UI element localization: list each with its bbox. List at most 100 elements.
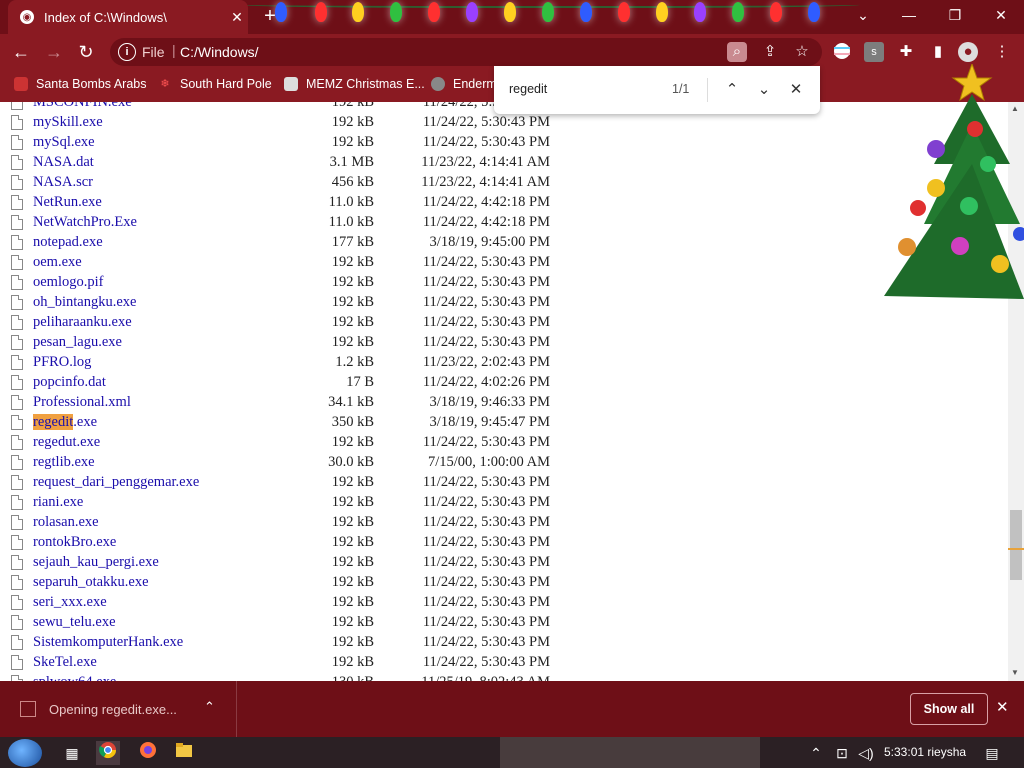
file-link[interactable]: request_dari_penggemar.exe xyxy=(33,474,199,491)
file-link[interactable]: mySkill.exe xyxy=(33,114,103,131)
file-link[interactable]: popcinfo.dat xyxy=(33,374,106,391)
bookmark-memz[interactable]: MEMZ Christmas E... xyxy=(284,77,425,91)
file-size: 11.0 kB xyxy=(328,214,374,230)
file-icon xyxy=(11,395,23,410)
file-link[interactable]: MSCONFIN.exe xyxy=(33,102,132,111)
file-link[interactable]: riani.exe xyxy=(33,494,83,511)
file-link[interactable]: rolasan.exe xyxy=(33,514,99,531)
table-row: peliharaanku.exe 192 kB 11/24/22, 5:30:43 … xyxy=(0,313,600,333)
file-icon xyxy=(11,615,23,630)
file-link[interactable]: PFRO.log xyxy=(33,354,91,371)
file-icon xyxy=(11,475,23,490)
restore-button[interactable]: ❐ xyxy=(932,0,978,30)
file-link[interactable]: notepad.exe xyxy=(33,234,103,251)
info-icon[interactable]: i xyxy=(118,43,136,61)
file-link[interactable]: NASA.scr xyxy=(33,174,93,191)
close-tab-icon[interactable]: ✕ xyxy=(226,9,248,26)
file-link[interactable]: peliharaanku.exe xyxy=(33,314,132,331)
firefox-taskbar-icon[interactable] xyxy=(136,741,160,765)
tab-title: Index of C:\Windows\ xyxy=(44,9,167,25)
bookmark-santa-bombs[interactable]: Santa Bombs Arabs xyxy=(14,77,146,91)
file-link[interactable]: regedit.exe xyxy=(33,414,97,431)
volume-icon[interactable]: ◁) xyxy=(854,741,878,765)
find-prev-chevron-up-icon[interactable]: ⌃ xyxy=(720,78,744,102)
extension-s-icon[interactable]: s xyxy=(864,42,884,62)
file-link[interactable]: NASA.dat xyxy=(33,154,94,171)
file-date: 3/18/19, 9:45:00 PM xyxy=(429,234,550,250)
menu-kebab-icon[interactable]: ⋮ xyxy=(992,42,1012,62)
notifications-icon[interactable]: ▤ xyxy=(980,741,1004,765)
bulb-decoration xyxy=(694,2,706,22)
file-explorer-taskbar-icon[interactable] xyxy=(172,741,196,765)
start-button[interactable] xyxy=(8,739,42,767)
tab-index-windows[interactable]: ◉ Index of C:\Windows\ ✕ xyxy=(8,0,248,34)
file-link[interactable]: seri_xxx.exe xyxy=(33,594,107,611)
file-icon xyxy=(11,195,23,210)
file-date: 11/24/22, 5:30:43 PM xyxy=(422,554,550,570)
file-icon xyxy=(20,701,36,717)
bulb-decoration xyxy=(732,2,744,22)
network-icon[interactable]: ⊡ xyxy=(830,741,854,765)
side-panel-icon[interactable]: ▮ xyxy=(928,42,948,62)
extensions-puzzle-icon[interactable]: ✚ xyxy=(896,42,916,62)
reload-button[interactable]: ↻ xyxy=(74,40,98,64)
file-link[interactable]: NetWatchPro.Exe xyxy=(33,214,137,231)
forward-button[interactable]: → xyxy=(42,40,66,64)
file-size: 192 kB xyxy=(331,494,374,510)
close-window-button[interactable]: ✕ xyxy=(978,0,1024,30)
file-link[interactable]: Professional.xml xyxy=(33,394,131,411)
download-item[interactable]: Opening regedit.exe... ⌃ xyxy=(0,681,237,737)
bookmark-star-icon[interactable]: ☆ xyxy=(792,42,812,62)
file-link[interactable]: pesan_lagu.exe xyxy=(33,334,122,351)
profile-avatar-icon[interactable]: ● xyxy=(958,42,978,62)
url-text[interactable]: C:/Windows/ xyxy=(180,44,259,60)
file-link[interactable]: mySql.exe xyxy=(33,134,95,151)
file-link[interactable]: NetRun.exe xyxy=(33,194,102,211)
scroll-thumb[interactable] xyxy=(1010,510,1022,580)
file-link[interactable]: splwow64.exe xyxy=(33,674,116,681)
find-next-chevron-down-icon[interactable]: ⌄ xyxy=(752,78,776,102)
file-link[interactable]: separuh_otakku.exe xyxy=(33,574,149,591)
file-link[interactable]: regedut.exe xyxy=(33,434,100,451)
file-size: 192 kB xyxy=(331,634,374,650)
file-size: 192 kB xyxy=(331,434,374,450)
chrome-taskbar-icon[interactable] xyxy=(96,741,120,765)
close-download-bar-icon[interactable]: ✕ xyxy=(996,698,1009,716)
extension-flag-icon[interactable] xyxy=(832,42,852,62)
file-link[interactable]: SistemkomputerHank.exe xyxy=(33,634,183,651)
scroll-down-icon[interactable]: ▼ xyxy=(1011,668,1019,677)
taskbar: ▦ ⌃ ⊡ ◁) 5:33:01 rieysha ▤ xyxy=(0,737,1024,768)
file-size: 3.1 MB xyxy=(329,154,374,170)
show-all-button[interactable]: Show all xyxy=(910,693,988,725)
bookmark-enderm[interactable]: Enderm xyxy=(431,77,497,91)
share-icon[interactable]: ⇪ xyxy=(760,42,780,62)
table-row: SistemkomputerHank.exe 192 kB 11/24/22, 5:… xyxy=(0,633,600,653)
file-icon xyxy=(11,102,23,110)
bookmark-south-hard-pole[interactable]: ❄ South Hard Pole xyxy=(158,77,271,91)
file-link[interactable]: oh_bintangku.exe xyxy=(33,294,137,311)
find-input[interactable]: regedit xyxy=(509,82,547,96)
file-link[interactable]: sejauh_kau_pergi.exe xyxy=(33,554,159,571)
file-link[interactable]: SkeTel.exe xyxy=(33,654,97,671)
new-tab-button[interactable]: + xyxy=(258,4,282,28)
task-view-icon[interactable]: ▦ xyxy=(60,741,84,765)
tab-search-button[interactable]: ⌄ xyxy=(840,0,886,30)
tray-overflow-chevron-icon[interactable]: ⌃ xyxy=(804,741,828,765)
file-link[interactable]: oem.exe xyxy=(33,254,82,271)
bulb-decoration xyxy=(808,2,820,22)
back-button[interactable]: ← xyxy=(9,40,33,64)
minimize-button[interactable]: — xyxy=(886,0,932,30)
download-label: Opening regedit.exe... xyxy=(49,702,177,717)
address-bar[interactable]: i File | C:/Windows/ xyxy=(110,38,822,66)
file-link[interactable]: regtlib.exe xyxy=(33,454,95,471)
file-link[interactable]: rontokBro.exe xyxy=(33,534,116,551)
file-link[interactable]: oemlogo.pif xyxy=(33,274,103,291)
file-link[interactable]: sewu_telu.exe xyxy=(33,614,116,631)
file-size: 192 kB xyxy=(331,314,374,330)
file-size: 192 kB xyxy=(331,294,374,310)
find-close-icon[interactable]: ✕ xyxy=(784,78,808,102)
find-icon[interactable]: ⌕ xyxy=(727,42,747,62)
chevron-up-icon[interactable]: ⌃ xyxy=(204,699,215,715)
taskbar-clock[interactable]: 5:33:01 rieysha xyxy=(884,745,966,759)
file-date: 11/24/22, 5:30:43 PM xyxy=(422,294,550,310)
